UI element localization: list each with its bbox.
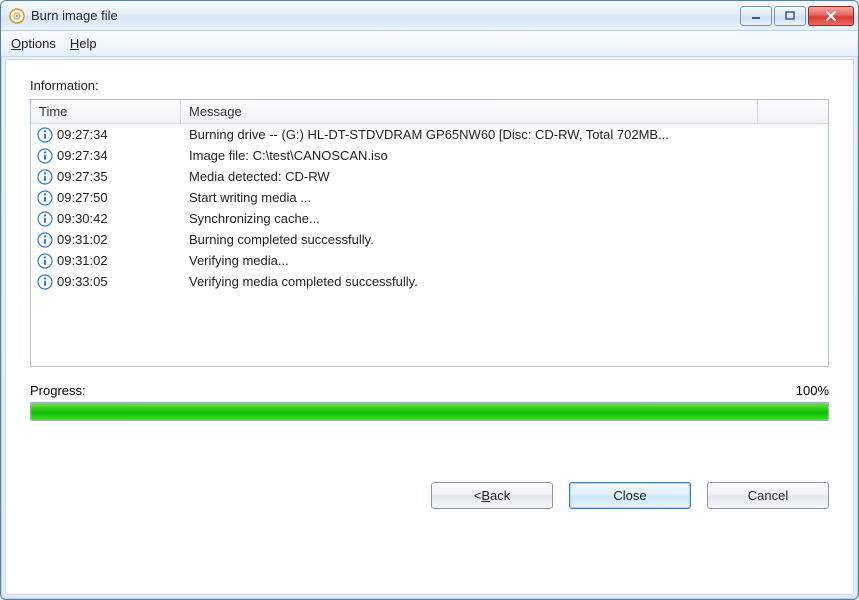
minimize-button[interactable] [740,6,772,26]
log-message: Start writing media ... [181,190,828,205]
column-header-time[interactable]: Time [31,100,181,123]
info-icon [37,274,53,290]
table-row[interactable]: 09:31:02 Burning completed successfully. [31,229,828,250]
menu-options[interactable]: Options [11,36,56,51]
table-row[interactable]: 09:31:02 Verifying media... [31,250,828,271]
table-row[interactable]: 09:30:42 Synchronizing cache... [31,208,828,229]
progress-row: Progress: 100% [30,383,829,398]
log-table: Time Message 09:27:34 Burning drive -- (G… [30,99,829,367]
content-area: Information: Time Message 09:27:34 Burnin… [5,59,854,595]
info-icon [37,253,53,269]
back-button[interactable]: < Back [431,482,553,509]
log-time: 09:27:50 [57,190,108,205]
window-frame: Burn image file Options Help Information… [0,0,859,600]
progress-label: Progress: [30,383,86,398]
table-row[interactable]: 09:27:35 Media detected: CD-RW [31,166,828,187]
button-row: < Back Close Cancel [30,482,829,509]
cancel-button[interactable]: Cancel [707,482,829,509]
info-icon [37,148,53,164]
log-header: Time Message [31,100,828,124]
menubar: Options Help [1,31,858,57]
table-row[interactable]: 09:27:34 Image file: C:\test\CANOSCAN.iso [31,145,828,166]
close-window-button[interactable] [808,6,854,26]
titlebar[interactable]: Burn image file [1,1,858,31]
log-time: 09:27:34 [57,127,108,142]
info-icon [37,211,53,227]
log-time: 09:33:05 [57,274,108,289]
information-label: Information: [30,78,829,93]
progress-fill [31,403,828,420]
table-row[interactable]: 09:27:34 Burning drive -- (G:) HL-DT-STDV… [31,124,828,145]
progress-bar [30,402,829,421]
progress-percent: 100% [796,383,829,398]
log-time: 09:30:42 [57,211,108,226]
menu-help-rest: elp [79,36,96,51]
log-time: 09:27:35 [57,169,108,184]
log-message: Media detected: CD-RW [181,169,828,184]
log-message: Synchronizing cache... [181,211,828,226]
log-message: Burning drive -- (G:) HL-DT-STDVDRAM GP6… [181,127,828,142]
separator [30,467,829,468]
table-row[interactable]: 09:33:05 Verifying media completed succes… [31,271,828,292]
column-header-message[interactable]: Message [181,100,758,123]
app-icon [9,8,25,24]
info-icon [37,127,53,143]
info-icon [37,232,53,248]
log-message: Verifying media completed successfully. [181,274,828,289]
log-message: Verifying media... [181,253,828,268]
log-time: 09:31:02 [57,232,108,247]
log-message: Image file: C:\test\CANOSCAN.iso [181,148,828,163]
log-time: 09:31:02 [57,253,108,268]
info-icon [37,169,53,185]
close-button[interactable]: Close [569,482,691,509]
menu-options-rest: ptions [21,36,56,51]
table-row[interactable]: 09:27:50 Start writing media ... [31,187,828,208]
window-controls [740,6,854,26]
menu-help[interactable]: Help [70,36,97,51]
window-title: Burn image file [31,8,740,23]
log-body[interactable]: 09:27:34 Burning drive -- (G:) HL-DT-STDV… [31,124,828,366]
column-header-spacer [758,100,828,123]
info-icon [37,190,53,206]
maximize-button[interactable] [774,6,806,26]
log-message: Burning completed successfully. [181,232,828,247]
log-time: 09:27:34 [57,148,108,163]
